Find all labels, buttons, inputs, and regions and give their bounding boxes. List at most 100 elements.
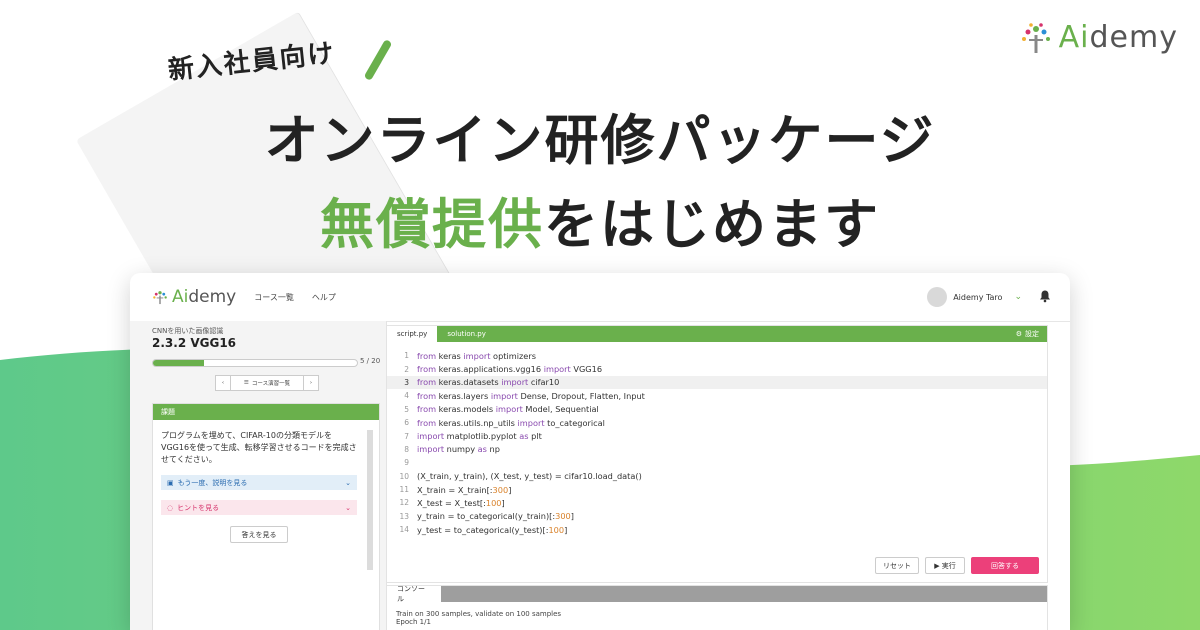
lesson-title: 2.3.2 VGG16 <box>152 336 237 350</box>
line-number: 13 <box>399 511 409 521</box>
code-text: y_test = to_categorical(y_test)[:100] <box>417 524 568 535</box>
app-window: Aidemy コース一覧 ヘルプ Aidemy Taro ⌄ CNNを用いた画像… <box>130 273 1070 630</box>
editor-actions: リセット ▶ 実行 回答する <box>875 557 1039 574</box>
user-menu[interactable]: Aidemy Taro ⌄ <box>927 287 1022 307</box>
explain-again-label: もう一度、説明を見る <box>177 478 248 487</box>
code-line[interactable]: 9 <box>387 456 1047 469</box>
app-logo[interactable]: Aidemy <box>152 287 236 307</box>
code-line[interactable]: 13 y_train = to_categorical(y_train)[:300… <box>387 510 1047 523</box>
next-button[interactable]: › <box>303 376 318 390</box>
line-number: 5 <box>404 404 409 414</box>
code-text: from keras.utils.np_utils import to_cate… <box>417 417 605 428</box>
line-number: 3 <box>404 377 409 387</box>
reset-button[interactable]: リセット <box>875 557 919 574</box>
line-number: 12 <box>399 498 409 508</box>
line-number: 10 <box>399 471 409 481</box>
code-line[interactable]: 8 import numpy as np <box>387 443 1047 456</box>
code-line[interactable]: 10 (X_train, y_train), (X_test, y_test) =… <box>387 470 1047 483</box>
tab-script[interactable]: script.py <box>387 326 438 342</box>
list-icon: ☰ <box>243 380 249 386</box>
course-exercise-list-button[interactable]: ☰ コース演習一覧 <box>231 376 303 390</box>
code-text: X_test = X_test[:100] <box>417 497 505 508</box>
code-line[interactable]: 12 X_test = X_test[:100] <box>387 496 1047 509</box>
code-text: X_train = X_train[:300] <box>417 484 512 495</box>
course-exercise-list-label: コース演習一覧 <box>251 381 291 387</box>
code-line[interactable]: 14 y_test = to_categorical(y_test)[:100] <box>387 523 1047 536</box>
console-panel: コンソール Train on 300 samples, validate on … <box>386 585 1048 630</box>
code-line[interactable]: 6 from keras.utils.np_utils import to_cat… <box>387 416 1047 429</box>
code-line[interactable]: 5 from keras.models import Model, Sequent… <box>387 403 1047 416</box>
code-text: from keras.datasets import cifar10 <box>417 377 560 388</box>
gear-icon: ⚙ <box>1015 330 1022 338</box>
editor-tabs: script.py solution.py ⚙ 設定 <box>387 326 1047 342</box>
code-editor: script.py solution.py ⚙ 設定 1 from keras i… <box>386 325 1048 583</box>
user-name: Aidemy Taro <box>953 292 1003 302</box>
code-line[interactable]: 3 from keras.datasets import cifar10 <box>387 375 1047 390</box>
task-scrollbar[interactable] <box>367 430 373 570</box>
settings-button[interactable]: ⚙ 設定 <box>1016 326 1039 342</box>
headline-rest: をはじめます <box>544 193 880 256</box>
task-card: 課題 プログラムを埋めて、CIFAR-10の分類モデルをVGG16を使って生成、… <box>152 403 380 630</box>
task-description: プログラムを埋めて、CIFAR-10の分類モデルをVGG16を使って生成、転移学… <box>161 431 357 464</box>
code-text: from keras.applications.vgg16 import VGG… <box>417 364 603 375</box>
line-number: 6 <box>404 418 409 428</box>
tree-logo-icon <box>1021 22 1050 53</box>
show-answer-button[interactable]: 答えを見る <box>230 526 288 543</box>
hint-label: ヒントを見る <box>177 503 220 512</box>
course-title: CNNを用いた画像認識 <box>152 327 224 335</box>
code-line[interactable]: 2 from keras.applications.vgg16 import VG… <box>387 362 1047 375</box>
code-text: import numpy as np <box>417 444 500 455</box>
headline-secondary: 無償提供をはじめます <box>0 180 1200 259</box>
chevron-down-icon: ⌄ <box>345 503 351 512</box>
tab-solution[interactable]: solution.py <box>437 326 496 342</box>
progress-fill <box>153 360 204 366</box>
explain-again-toggle[interactable]: ▣ もう一度、説明を見る ⌄ <box>161 475 357 490</box>
headline-highlight: 無償提供 <box>320 193 544 256</box>
headline-primary: オンライン研修パッケージ <box>264 109 936 172</box>
progress-bar <box>152 359 358 367</box>
line-number: 1 <box>404 351 409 361</box>
code-text: from keras.layers import Dense, Dropout,… <box>417 390 645 401</box>
chevron-down-icon: ⌄ <box>345 478 351 487</box>
app-topbar: Aidemy コース一覧 ヘルプ Aidemy Taro ⌄ <box>130 273 1070 322</box>
chevron-down-icon: ⌄ <box>1014 292 1022 302</box>
line-number: 2 <box>404 364 409 374</box>
code-text: y_train = to_categorical(y_train)[:300] <box>417 511 574 522</box>
line-number: 4 <box>404 391 409 401</box>
code-text: (X_train, y_train), (X_test, y_test) = c… <box>417 471 642 482</box>
lesson-pager: ‹ ☰ コース演習一覧 › <box>215 375 319 391</box>
console-line: Train on 300 samples, validate on 100 sa… <box>396 610 562 618</box>
code-line[interactable]: 7 import matplotlib.pyplot as plt <box>387 429 1047 442</box>
console-line: Epoch 1/1 <box>396 618 431 626</box>
line-number: 9 <box>404 458 409 468</box>
brand-logo: Aidemy <box>1019 20 1178 55</box>
code-line[interactable]: 4 from keras.layers import Dense, Dropout… <box>387 389 1047 402</box>
settings-label: 設定 <box>1025 330 1039 338</box>
prev-button[interactable]: ‹ <box>216 376 231 390</box>
app-logo-text: Aidemy <box>172 287 237 307</box>
progress-label: 5 / 20 <box>360 357 381 365</box>
code-line[interactable]: 11 X_train = X_train[:300] <box>387 483 1047 496</box>
tab-console[interactable]: コンソール <box>387 585 441 603</box>
lightbulb-icon: ◌ <box>167 503 174 512</box>
brand-name: Aidemy <box>1058 20 1178 55</box>
task-heading: 課題 <box>153 404 379 420</box>
code-area[interactable]: 1 from keras import optimizers 2 from keras… <box>387 349 1047 536</box>
tree-logo-icon <box>153 291 167 305</box>
code-text: from keras import optimizers <box>417 350 536 361</box>
line-number: 14 <box>399 525 409 535</box>
nav-help[interactable]: ヘルプ <box>312 292 336 303</box>
lesson-sidebar: CNNを用いた画像認識 2.3.2 VGG16 5 / 20 ‹ ☰ コース演習… <box>130 321 387 630</box>
run-button[interactable]: ▶ 実行 <box>925 557 965 574</box>
line-number: 11 <box>399 485 409 495</box>
console-tabs: コンソール <box>387 585 1047 603</box>
hint-toggle[interactable]: ◌ ヒントを見る ⌄ <box>161 500 357 515</box>
code-text: import matplotlib.pyplot as plt <box>417 431 542 442</box>
code-line[interactable]: 1 from keras import optimizers <box>387 349 1047 362</box>
line-number: 8 <box>404 444 409 454</box>
code-text: from keras.models import Model, Sequenti… <box>417 404 599 415</box>
nav-course-list[interactable]: コース一覧 <box>254 292 294 303</box>
submit-button[interactable]: 回答する <box>971 557 1039 574</box>
book-icon: ▣ <box>167 478 174 487</box>
bell-icon[interactable] <box>1038 289 1052 303</box>
